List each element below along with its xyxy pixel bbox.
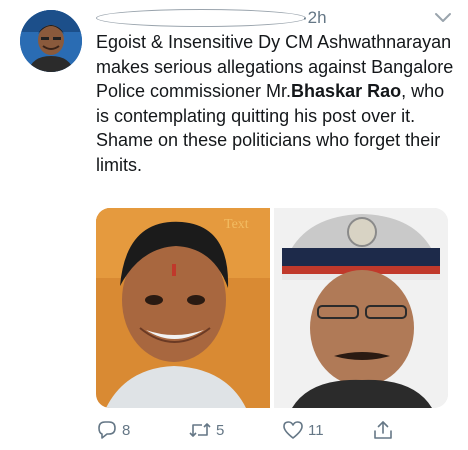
like-button[interactable]: 11 bbox=[282, 418, 324, 442]
reply-count: 8 bbox=[122, 421, 131, 439]
share-icon bbox=[374, 421, 392, 439]
avatar-photo bbox=[20, 10, 82, 72]
media-watermark: Text bbox=[224, 217, 249, 232]
avatar[interactable] bbox=[20, 10, 82, 72]
tweet-actions: 8 5 11 bbox=[96, 418, 436, 442]
heart-icon bbox=[283, 421, 303, 439]
chevron-down-icon[interactable] bbox=[434, 12, 452, 24]
tweet-media[interactable]: Text bbox=[96, 208, 448, 408]
tweet-timestamp[interactable]: ·2h bbox=[302, 8, 327, 28]
retweet-count: 5 bbox=[216, 421, 225, 439]
tweet-header: ·2h bbox=[96, 8, 416, 30]
retweet-button[interactable]: 5 bbox=[188, 418, 224, 442]
share-button[interactable] bbox=[372, 418, 394, 442]
reply-icon bbox=[98, 421, 116, 439]
reply-button[interactable]: 8 bbox=[96, 418, 130, 442]
tweet-text-bold-name: Bhaskar Rao bbox=[291, 81, 402, 101]
redacted-username bbox=[96, 9, 306, 27]
tweet-text: Egoist & Insensitive Dy CM Ashwathnaraya… bbox=[96, 30, 456, 177]
retweet-icon bbox=[189, 423, 211, 437]
media-photos: Text bbox=[96, 208, 448, 408]
like-count: 11 bbox=[308, 421, 324, 439]
